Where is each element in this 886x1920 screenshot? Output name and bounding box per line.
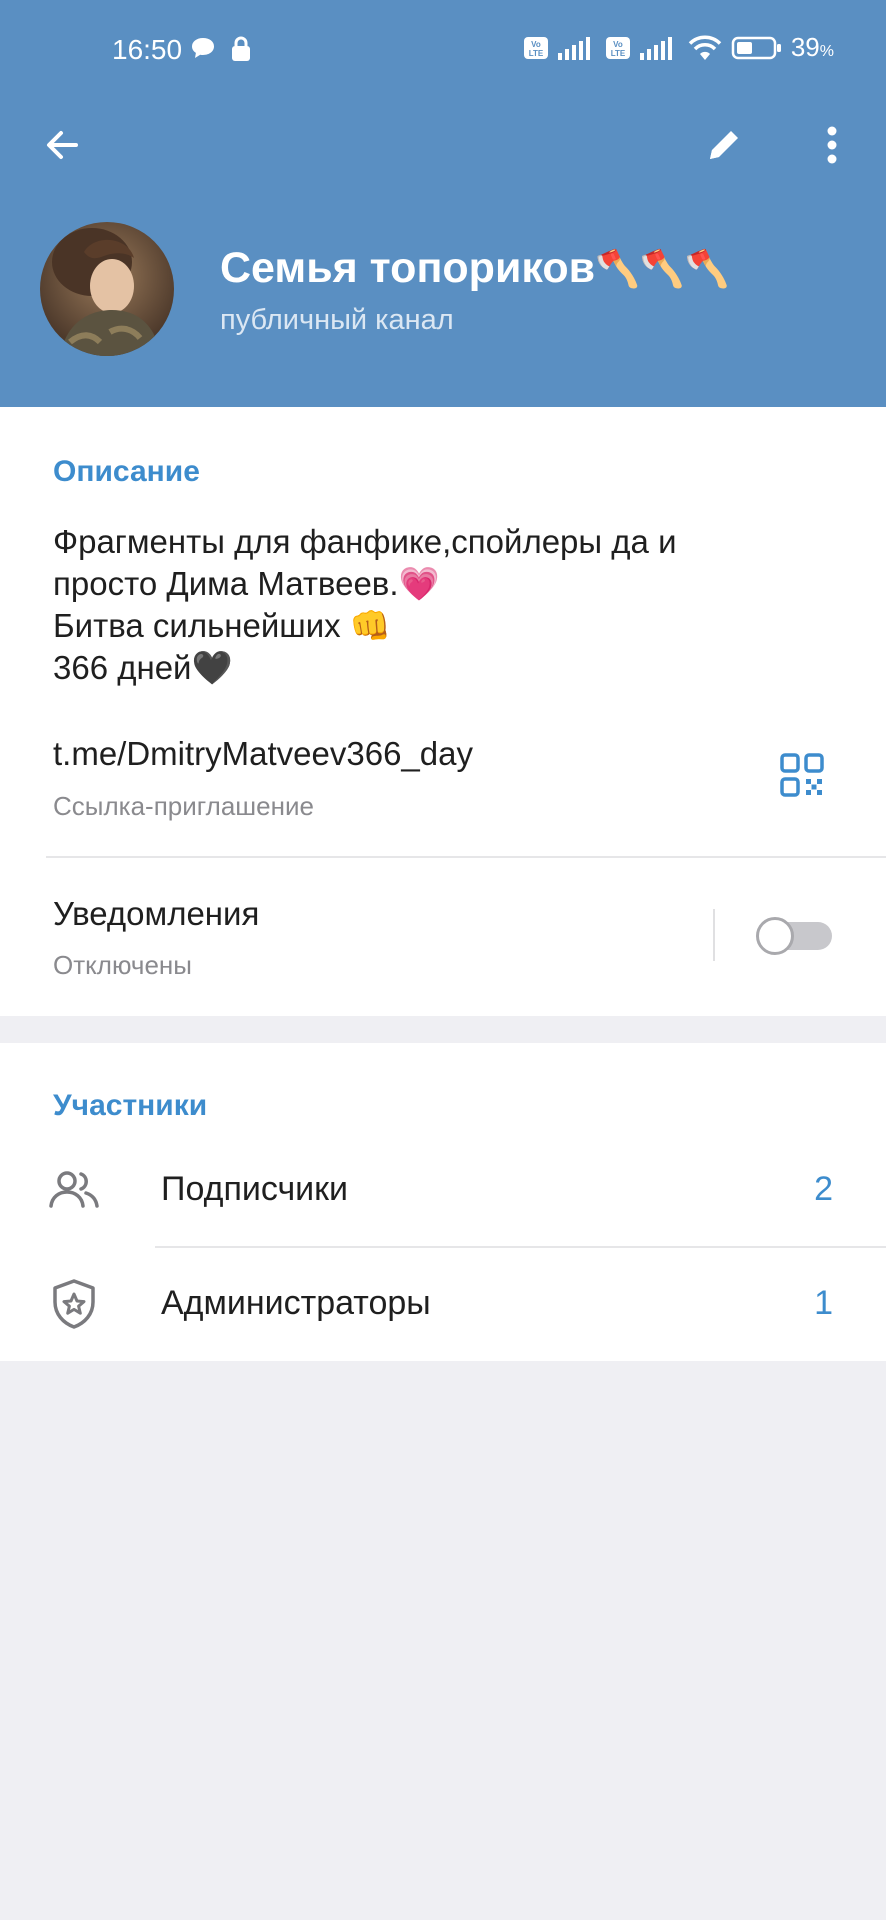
wifi-icon bbox=[688, 35, 722, 60]
edit-button[interactable] bbox=[694, 115, 754, 175]
more-vertical-icon bbox=[827, 126, 837, 164]
volte-icon: VoLTE bbox=[605, 36, 630, 59]
svg-text:LTE: LTE bbox=[529, 49, 544, 58]
members-card: Участники Подписчики 2 Администраторы 1 bbox=[0, 1043, 886, 1361]
battery-icon bbox=[731, 36, 781, 59]
notifications-label[interactable]: Уведомления bbox=[53, 895, 259, 933]
svg-text:LTE: LTE bbox=[611, 49, 626, 58]
administrators-count: 1 bbox=[814, 1284, 833, 1322]
channel-header: 16:50 Vo LTE Vo LTE 39% Семья топориков … bbox=[0, 0, 886, 407]
lock-icon bbox=[232, 36, 250, 61]
subscribers-label: Подписчики bbox=[161, 1170, 349, 1208]
administrators-label: Администраторы bbox=[161, 1284, 431, 1322]
channel-description: Фрагменты для фанфике,спойлеры да и прос… bbox=[53, 523, 677, 686]
axe-emoji: 🪓🪓🪓 bbox=[595, 247, 730, 289]
more-menu-button[interactable] bbox=[802, 115, 862, 175]
status-time: 16:50 bbox=[112, 34, 183, 65]
subscribers-count: 2 bbox=[814, 1170, 833, 1208]
volte-icon: VoLTE bbox=[523, 36, 548, 59]
status-bar: 16:50 Vo LTE Vo LTE 39% bbox=[0, 0, 886, 100]
arrow-left-icon bbox=[47, 131, 78, 159]
qr-code-icon bbox=[780, 753, 824, 797]
signal-icon bbox=[557, 36, 590, 60]
chat-bubble-icon bbox=[192, 38, 214, 58]
svg-text:Vo: Vo bbox=[531, 40, 541, 49]
qr-code-button[interactable] bbox=[780, 753, 830, 803]
users-icon bbox=[49, 1171, 99, 1208]
divider bbox=[46, 856, 886, 858]
svg-text:Vo: Vo bbox=[613, 40, 623, 49]
description-section-title: Описание bbox=[53, 455, 200, 488]
back-button[interactable] bbox=[32, 115, 92, 175]
notifications-toggle[interactable] bbox=[756, 917, 832, 955]
administrators-row[interactable]: Администраторы 1 bbox=[0, 1248, 886, 1358]
notifications-state: Отключены bbox=[53, 950, 192, 980]
channel-subtitle: публичный канал bbox=[220, 304, 454, 336]
shield-star-icon bbox=[53, 1279, 95, 1329]
channel-title: Семья топориков 🪓🪓🪓 bbox=[220, 244, 730, 292]
channel-avatar[interactable] bbox=[40, 222, 174, 356]
battery-percent: 39% bbox=[790, 32, 834, 62]
info-card: Описание Фрагменты для фанфике,спойлеры … bbox=[0, 407, 886, 1016]
vertical-separator bbox=[713, 909, 715, 961]
pencil-icon bbox=[710, 131, 738, 159]
signal-icon bbox=[639, 36, 672, 60]
invite-link[interactable]: t.me/DmitryMatveev366_day bbox=[53, 735, 473, 773]
invite-link-caption: Ссылка-приглашение bbox=[53, 791, 314, 821]
members-section-title: Участники bbox=[53, 1089, 208, 1122]
subscribers-row[interactable]: Подписчики 2 bbox=[0, 1134, 886, 1244]
